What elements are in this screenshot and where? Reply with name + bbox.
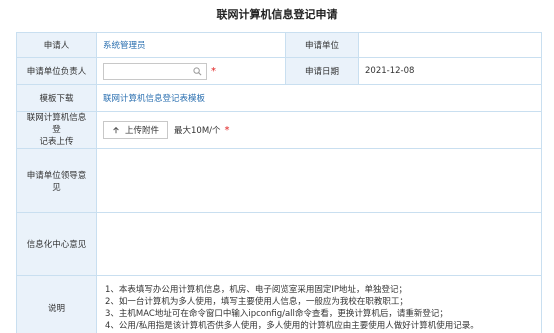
row-notes: 说明 1、本表填写办公用计算机信息，机房、电子阅览室采用固定IP地址，单独登记；…	[16, 275, 542, 333]
applicant-label: 申请人	[16, 32, 97, 58]
leader-opinion-label: 申请单位领导意见	[16, 148, 97, 213]
note-item: 4、公用/私用指是该计算机否供多人使用，多人使用的计算机应由主要使用人做好计算机…	[105, 320, 479, 331]
leader-opinion-value[interactable]	[96, 148, 542, 213]
notes-list: 1、本表填写办公用计算机信息，机房、电子阅览室采用固定IP地址，单独登记； 2、…	[103, 284, 535, 332]
upload-button-label: 上传附件	[125, 126, 160, 136]
row-unit-head: 申请单位负责人 * 申请日期 2021-12-08	[16, 57, 542, 85]
notes-cell: 1、本表填写办公用计算机信息，机房、电子阅览室采用固定IP地址，单独登记； 2、…	[96, 275, 542, 333]
upload-icon	[113, 126, 119, 134]
row-applicant: 申请人 系统管理员 申请单位	[16, 32, 542, 58]
notes-label: 说明	[16, 275, 97, 333]
applicant-value: 系统管理员	[96, 32, 286, 58]
required-mark: *	[224, 124, 230, 136]
applicant-name[interactable]: 系统管理员	[103, 41, 146, 51]
unit-head-label: 申请单位负责人	[16, 57, 97, 85]
template-download-link[interactable]: 联网计算机信息登记表模板	[103, 94, 205, 104]
upload-cell: 上传附件 最大10M/个 *	[96, 111, 542, 149]
unit-head-input[interactable]	[103, 62, 207, 80]
application-form: 申请人 系统管理员 申请单位 申请单位负责人 * 申请日期 2021-12-08…	[16, 32, 542, 333]
upload-label: 联网计算机信息登 记表上传	[16, 111, 97, 149]
note-item: 3、主机MAC地址可在命令窗口中输入ipconfig/all命令查看，更换计算机…	[105, 308, 448, 319]
required-mark: *	[211, 65, 216, 77]
upload-attachment-button[interactable]: 上传附件	[103, 121, 169, 139]
it-center-label: 信息化中心意见	[16, 212, 97, 276]
page: 联网计算机信息登记申请 申请人 系统管理员 申请单位 申请单位负责人 * 申请日…	[0, 0, 554, 333]
it-center-value[interactable]	[96, 212, 542, 276]
row-it-center-opinion: 信息化中心意见	[16, 212, 542, 276]
upload-size-hint: 最大10M/个	[174, 126, 221, 136]
search-icon[interactable]	[193, 66, 202, 76]
date-label: 申请日期	[285, 57, 359, 85]
note-item: 2、如一台计算机为多人使用，填写主要使用人信息，一般应为我校在职教职工；	[105, 296, 408, 307]
row-upload: 联网计算机信息登 记表上传 上传附件 最大10M/个 *	[16, 111, 542, 149]
unit-value[interactable]	[358, 32, 542, 58]
unit-head-cell: *	[96, 57, 286, 85]
date-value[interactable]: 2021-12-08	[358, 57, 542, 85]
unit-label: 申请单位	[285, 32, 359, 58]
template-cell: 联网计算机信息登记表模板	[96, 84, 542, 112]
row-template: 模板下载 联网计算机信息登记表模板	[16, 84, 542, 112]
page-title: 联网计算机信息登记申请	[216, 8, 338, 21]
note-item: 1、本表填写办公用计算机信息，机房、电子阅览室采用固定IP地址，单独登记；	[105, 284, 408, 295]
template-label: 模板下载	[16, 84, 97, 112]
row-leader-opinion: 申请单位领导意见	[16, 148, 542, 213]
